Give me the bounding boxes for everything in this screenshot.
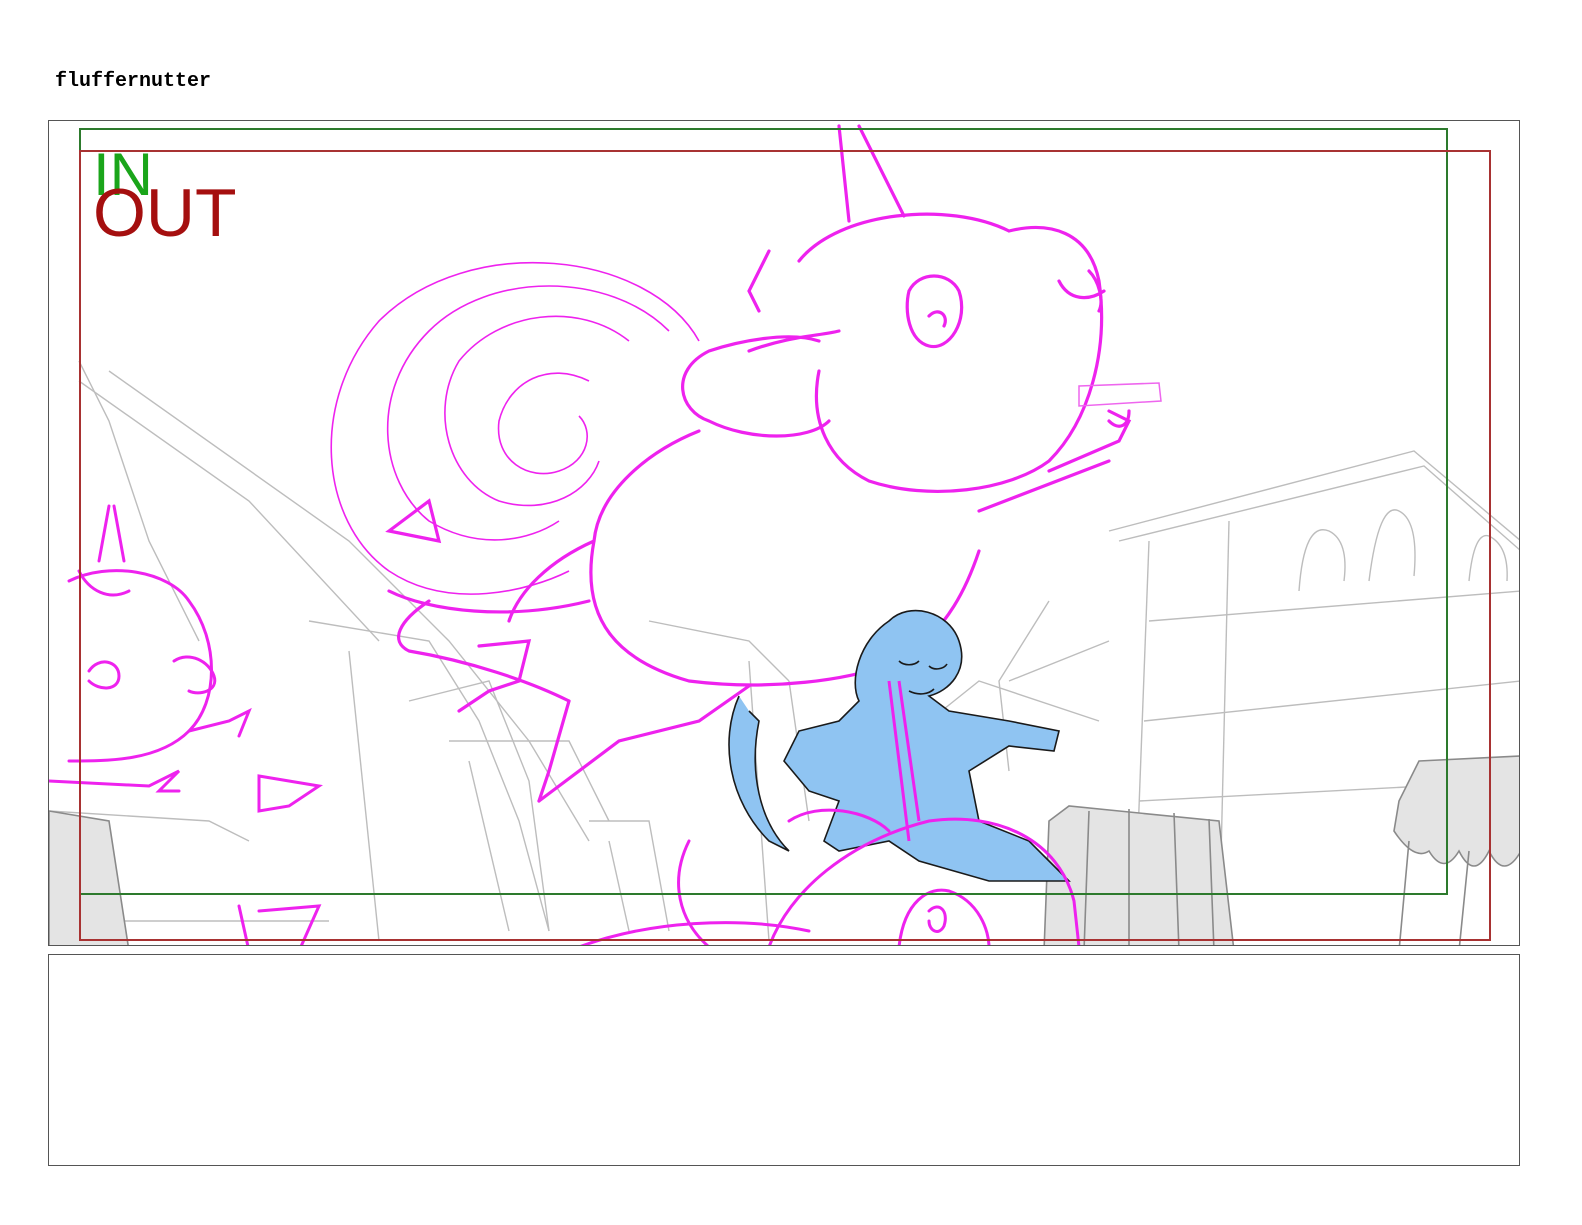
- out-safe-frame: [79, 150, 1491, 941]
- storyboard-panel[interactable]: IN OUT: [48, 120, 1520, 946]
- board-title: fluffernutter: [55, 70, 212, 93]
- out-label: OUT: [93, 175, 237, 251]
- notes-box[interactable]: [48, 954, 1520, 1166]
